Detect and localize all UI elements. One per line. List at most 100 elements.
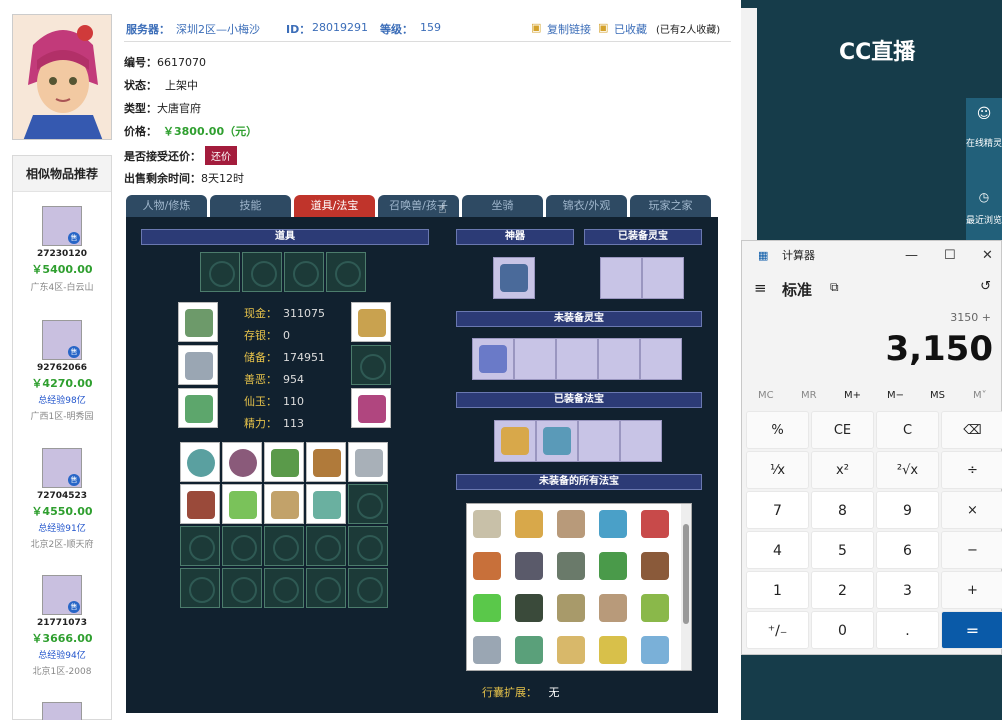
artifact-slot[interactable] [493,257,535,299]
equip-slot[interactable] [351,388,391,428]
subtract-button[interactable]: − [941,531,1002,569]
fabao-item[interactable] [551,546,591,586]
recommend-avatar[interactable]: 售 [42,448,82,488]
multiply-button[interactable]: × [941,491,1002,529]
copy-link-icon[interactable]: ▣ [531,21,541,34]
tab-home[interactable]: 玩家之家 [630,195,711,217]
close-button[interactable]: ✕ [982,241,993,271]
recommend-item[interactable]: 售 27230120 ￥5400.00 广东4区-白云山 [13,206,111,293]
favorited-button[interactable]: 已收藏 [614,21,647,37]
fabao-slot[interactable] [494,420,536,462]
inventory-slot[interactable] [180,568,220,608]
inventory-slot[interactable] [264,568,304,608]
fabao-item[interactable] [593,588,633,628]
fabao-item[interactable] [593,504,633,544]
fabao-item[interactable] [551,630,591,670]
equals-button[interactable]: = [941,611,1002,649]
mem-list-button[interactable]: M˅ [973,390,987,401]
negate-button[interactable]: ⁺∕₋ [746,611,809,649]
inventory-slot[interactable] [306,442,346,482]
spirit-slot[interactable] [472,338,514,380]
equip-slot[interactable] [351,345,391,385]
percent-button[interactable]: % [746,411,809,449]
fabao-item[interactable] [635,504,675,544]
tab-outfits[interactable]: 锦衣/外观 [546,195,627,217]
ce-button[interactable]: CE [811,411,874,449]
fabao-item[interactable] [509,546,549,586]
server-value[interactable]: 深圳2区—小梅沙 [176,21,260,37]
digit-8-button[interactable]: 8 [811,491,874,529]
square-button[interactable]: x² [811,451,874,489]
spirit-slot[interactable] [598,338,640,380]
counter-offer-button[interactable]: 还价 [205,146,237,165]
inventory-slot[interactable] [306,568,346,608]
equip-slot[interactable] [178,388,218,428]
fabao-item[interactable] [509,504,549,544]
quick-slot[interactable] [242,252,282,292]
history-icon[interactable]: ↺ [980,279,991,294]
tab-mounts[interactable]: 坐骑 [462,195,543,217]
fabao-list[interactable] [466,503,692,671]
inventory-slot[interactable] [222,484,262,524]
fabao-item[interactable] [593,630,633,670]
fabao-item[interactable] [467,630,507,670]
fabao-item[interactable] [551,504,591,544]
fabao-item[interactable] [593,546,633,586]
fabao-slot[interactable] [536,420,578,462]
inventory-slot[interactable] [348,568,388,608]
recommend-avatar[interactable]: 售 [42,206,82,246]
inventory-slot[interactable] [222,568,262,608]
mem-recall-button[interactable]: MR [801,390,817,401]
inventory-slot[interactable] [306,484,346,524]
spirit-slot[interactable] [642,257,684,299]
menu-icon[interactable]: ≡ [754,279,767,297]
digit-2-button[interactable]: 2 [811,571,874,609]
fabao-item[interactable] [467,588,507,628]
inventory-slot[interactable] [306,526,346,566]
inventory-slot[interactable] [264,526,304,566]
inventory-slot[interactable] [348,484,388,524]
recommend-item[interactable]: 售 21771073 ￥3666.00 总经验94亿 北京1区-2008 [13,575,111,677]
keep-on-top-icon[interactable]: ⧉ [830,280,839,295]
reciprocal-button[interactable]: ¹⁄x [746,451,809,489]
mem-subtract-button[interactable]: M− [887,390,904,401]
recommend-avatar[interactable]: 售 [42,575,82,615]
recommend-item[interactable] [13,702,111,720]
backspace-button[interactable]: ⌫ [941,411,1002,449]
digit-6-button[interactable]: 6 [876,531,939,569]
recent-browse-button[interactable]: 最近浏览 [966,213,1002,226]
fabao-item[interactable] [635,588,675,628]
inventory-slot[interactable] [222,442,262,482]
equip-slot[interactable] [178,302,218,342]
spirit-slot[interactable] [514,338,556,380]
fabao-slot[interactable] [620,420,662,462]
inventory-slot[interactable] [264,484,304,524]
quick-slot[interactable] [326,252,366,292]
add-button[interactable]: + [941,571,1002,609]
maximize-button[interactable]: ☐ [944,241,956,271]
mem-store-button[interactable]: MS [930,390,945,401]
recommend-item[interactable]: 售 72704523 ￥4550.00 总经验91亿 北京2区-顺天府 [13,448,111,550]
minimize-button[interactable]: — [905,241,918,271]
avatar-icon[interactable]: ☺ [966,106,1002,122]
favorite-icon[interactable]: ▣ [598,21,608,34]
spirit-slot[interactable] [556,338,598,380]
spirit-slot[interactable] [640,338,682,380]
scroll-thumb[interactable] [683,524,689,624]
divide-button[interactable]: ÷ [941,451,1002,489]
cc-logo[interactable]: CC直播 [839,34,915,66]
copy-link-button[interactable]: 复制链接 [547,21,591,37]
recommend-avatar[interactable]: 售 [42,320,82,360]
fabao-item[interactable] [635,546,675,586]
digit-7-button[interactable]: 7 [746,491,809,529]
mem-clear-button[interactable]: MC [758,390,774,401]
digit-1-button[interactable]: 1 [746,571,809,609]
fabao-slot[interactable] [578,420,620,462]
fabao-item[interactable] [509,588,549,628]
decimal-button[interactable]: . [876,611,939,649]
mem-add-button[interactable]: M+ [844,390,861,401]
inventory-slot[interactable] [180,442,220,482]
inventory-slot[interactable] [180,526,220,566]
inventory-slot[interactable] [180,484,220,524]
quick-slot[interactable] [284,252,324,292]
